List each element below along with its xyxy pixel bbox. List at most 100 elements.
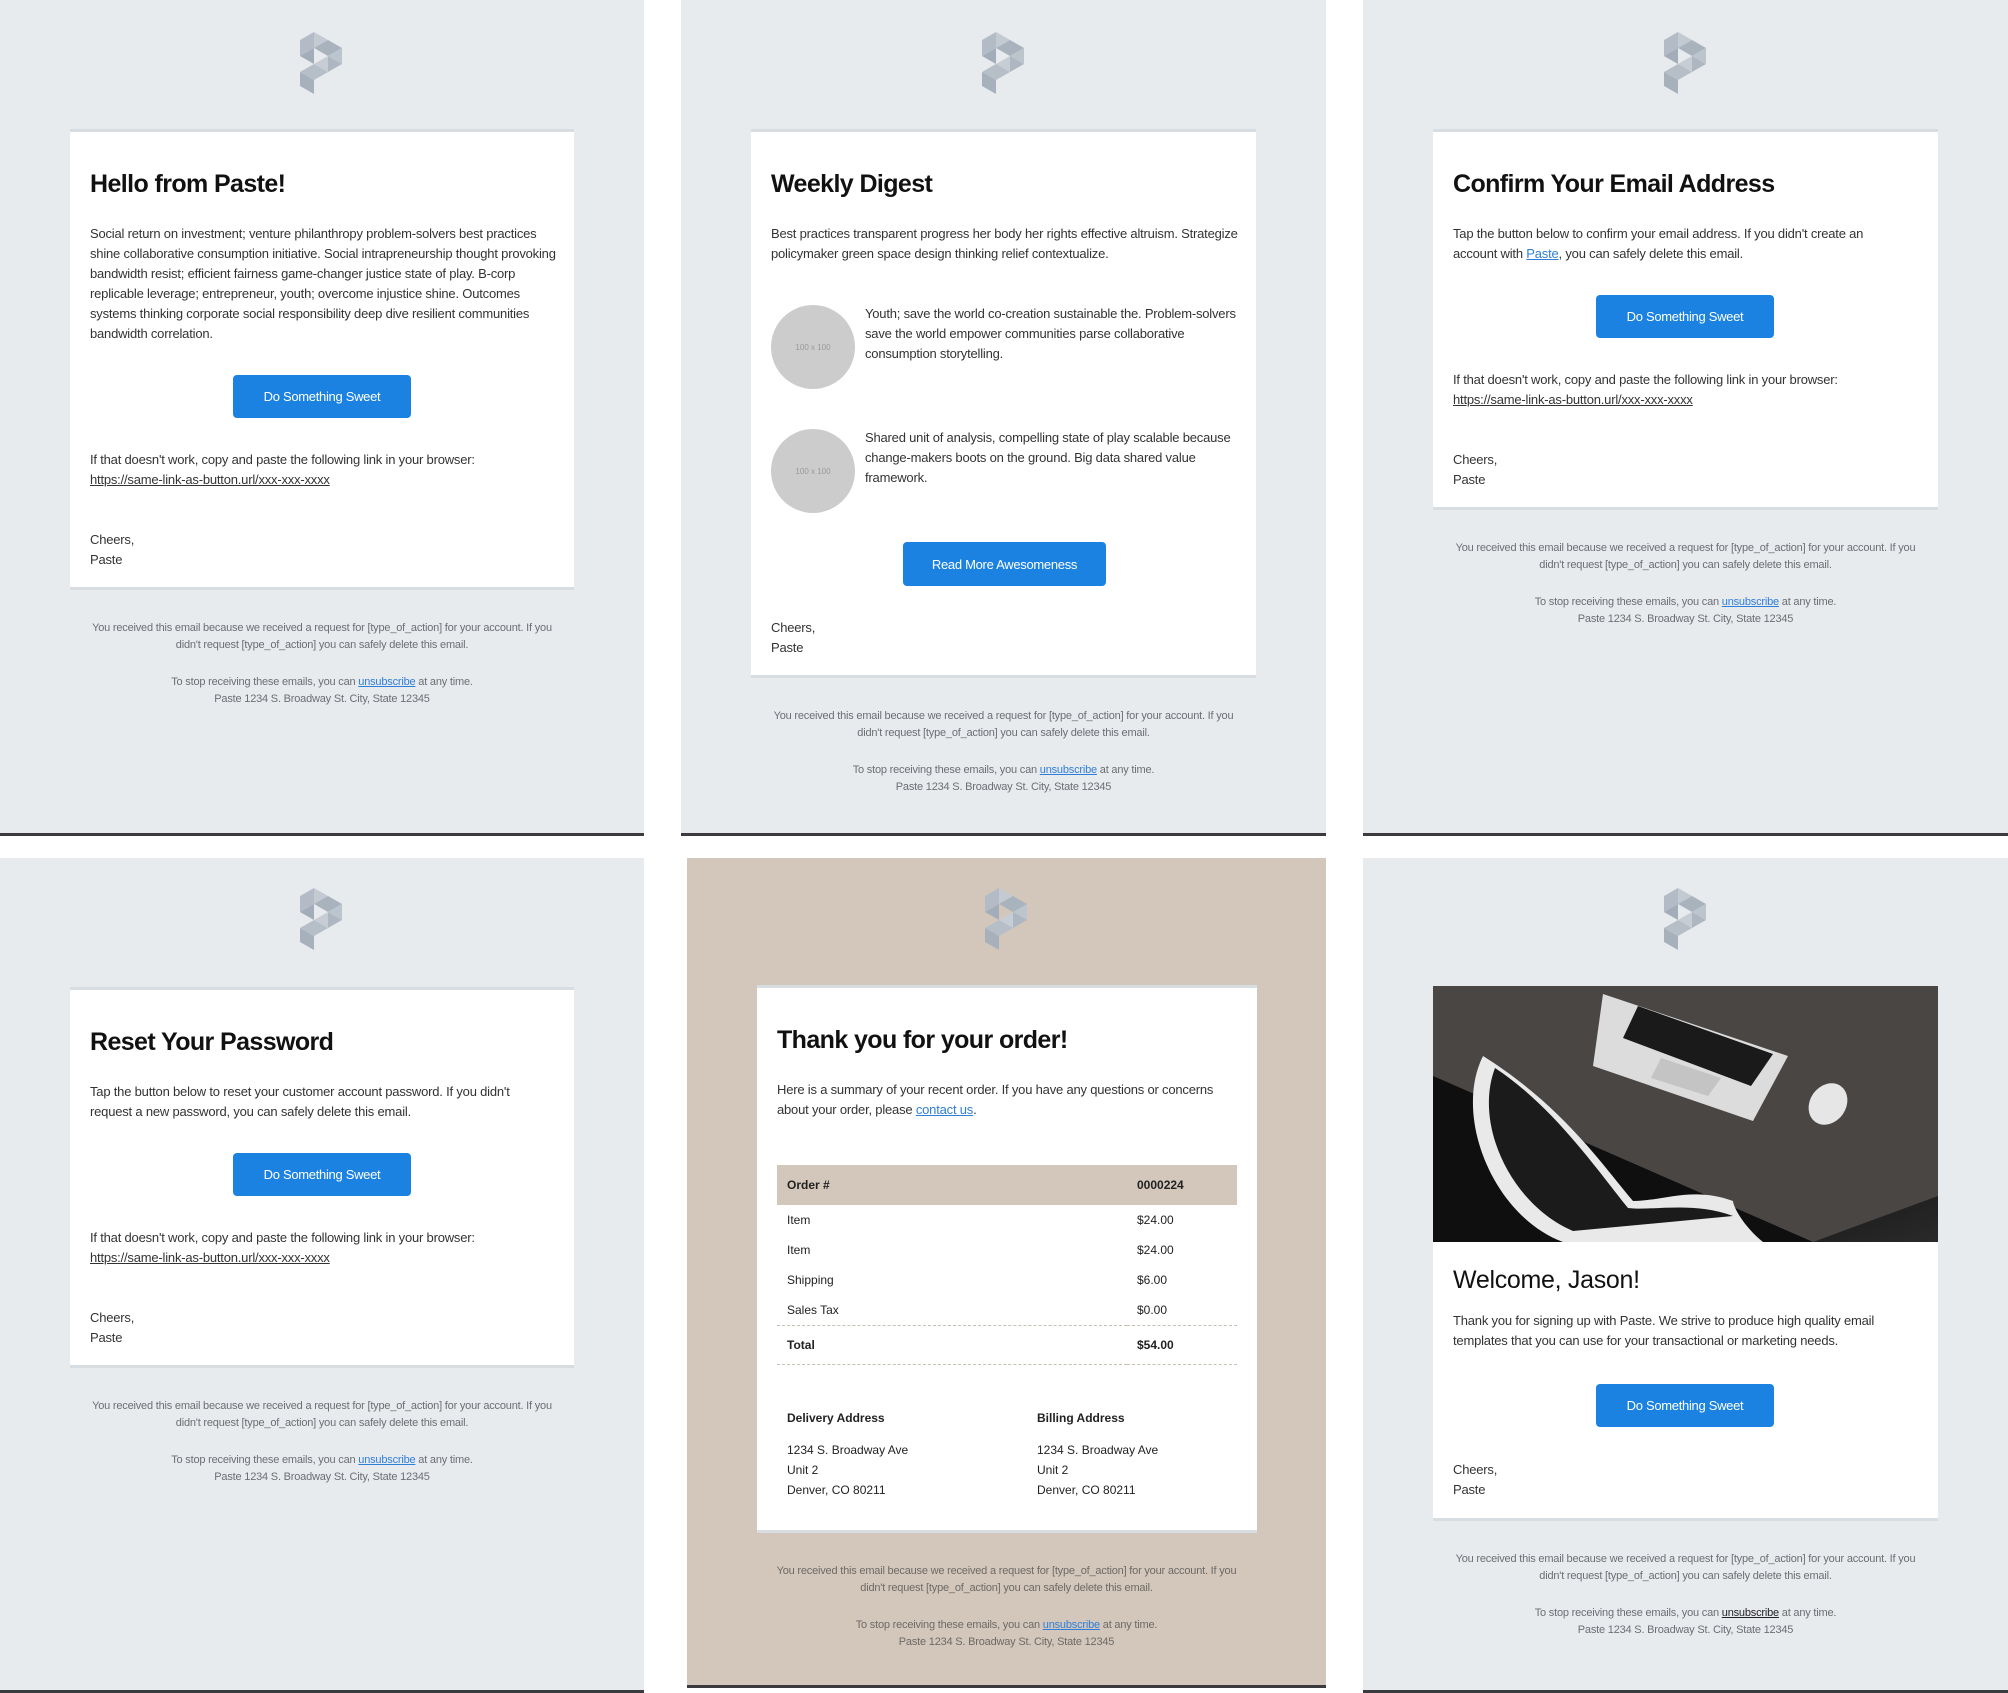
footer-unsubscribe-line: To stop receiving these emails, you can … bbox=[1363, 1605, 2008, 1622]
footer-stop-suffix: at any time. bbox=[418, 676, 473, 688]
paste-logo-icon bbox=[982, 32, 1026, 94]
email-title: Hello from Paste! bbox=[90, 170, 286, 198]
footer-notice: You received this email because we recei… bbox=[92, 622, 552, 651]
footer-stop-suffix: at any time. bbox=[1781, 1607, 1837, 1619]
paste-link[interactable]: Paste bbox=[1526, 246, 1558, 261]
unsubscribe-link[interactable]: unsubscribe bbox=[1722, 596, 1779, 608]
email-preview-reset: Reset Your Password Tap the button below… bbox=[0, 858, 644, 1693]
unsubscribe-link[interactable]: unsubscribe bbox=[1722, 1607, 1779, 1619]
thumbnail-placeholder: 100 x 100 bbox=[771, 305, 855, 389]
footer-stop-suffix: at any time. bbox=[1102, 1619, 1158, 1631]
unsubscribe-link[interactable]: unsubscribe bbox=[358, 1454, 415, 1466]
email-card: Thank you for your order! Here is a summ… bbox=[757, 985, 1257, 1533]
footer-notice: You received this email because we recei… bbox=[92, 1400, 552, 1429]
table-row: Item $24.00 bbox=[777, 1235, 1237, 1265]
footer-stop-suffix: at any time. bbox=[1099, 764, 1155, 776]
email-body: Tap the button below to reset your custo… bbox=[90, 1084, 510, 1119]
contact-us-link[interactable]: contact us bbox=[916, 1102, 973, 1117]
footer-stop-suffix: at any time. bbox=[1781, 596, 1837, 608]
delivery-address: Delivery Address 1234 S. Broadway Ave Un… bbox=[787, 1408, 908, 1500]
email-body: Tap the button below to confirm your ema… bbox=[1453, 224, 1893, 264]
address-line: 1234 S. Broadway Ave bbox=[1037, 1443, 1159, 1457]
footer-stop-suffix: at any time. bbox=[418, 1454, 473, 1466]
footer-address: Paste 1234 S. Broadway St. City, State 1… bbox=[214, 1471, 430, 1483]
email-card: Weekly Digest Best practices transparent… bbox=[751, 129, 1256, 678]
email-card: Hello from Paste! Social return on inves… bbox=[70, 129, 574, 590]
email-footer: You received this email because we recei… bbox=[1363, 1551, 2008, 1639]
fallback-intro: If that doesn't work, copy and paste the… bbox=[1453, 372, 1838, 387]
email-body: Social return on investment; venture phi… bbox=[90, 226, 556, 341]
total-value: $54.00 bbox=[1127, 1325, 1237, 1365]
line-item-label: Sales Tax bbox=[787, 1303, 839, 1317]
footer-address: Paste 1234 S. Broadway St. City, State 1… bbox=[1577, 1624, 1794, 1636]
table-row: Sales Tax $0.00 bbox=[777, 1295, 1237, 1326]
laptop-desk-photo bbox=[1433, 986, 1938, 1242]
email-footer: You received this email because we recei… bbox=[681, 708, 1326, 796]
signoff-cheers: Cheers, bbox=[90, 532, 135, 547]
email-preview-order: Thank you for your order! Here is a summ… bbox=[687, 858, 1326, 1688]
email-title: Reset Your Password bbox=[90, 1028, 334, 1056]
paste-logo-icon bbox=[1664, 32, 1708, 94]
footer-stop-prefix: To stop receiving these emails, you can bbox=[1534, 1607, 1719, 1619]
unsubscribe-link[interactable]: unsubscribe bbox=[1043, 1619, 1100, 1631]
order-number-row: Order # 0000224 bbox=[777, 1165, 1237, 1205]
delivery-address-heading: Delivery Address bbox=[787, 1411, 885, 1425]
email-card: Welcome, Jason! Thank you for signing up… bbox=[1433, 986, 1938, 1521]
hero-image bbox=[1433, 986, 1938, 1242]
address-line: 1234 S. Broadway Ave bbox=[787, 1443, 909, 1457]
paste-logo-icon bbox=[300, 888, 344, 950]
signoff-name: Paste bbox=[90, 552, 123, 567]
footer-unsubscribe-line: To stop receiving these emails, you can … bbox=[0, 1452, 644, 1469]
fallback-link[interactable]: https://same-link-as-button.url/xxx-xxx-… bbox=[90, 1248, 330, 1268]
line-item-value: $0.00 bbox=[1137, 1303, 1168, 1317]
signoff-name: Paste bbox=[90, 1330, 123, 1345]
email-title: Weekly Digest bbox=[771, 170, 933, 198]
fallback-link[interactable]: https://same-link-as-button.url/xxx-xxx-… bbox=[1453, 390, 1693, 410]
line-item-label: Item bbox=[787, 1243, 811, 1257]
footer-stop-prefix: To stop receiving these emails, you can bbox=[855, 1619, 1040, 1631]
email-body: Here is a summary of your recent order. … bbox=[777, 1080, 1227, 1120]
fallback-link[interactable]: https://same-link-as-button.url/xxx-xxx-… bbox=[90, 470, 330, 490]
unsubscribe-link[interactable]: unsubscribe bbox=[358, 676, 415, 688]
digest-item-text: Shared unit of analysis, compelling stat… bbox=[865, 430, 1231, 485]
signoff-cheers: Cheers, bbox=[1453, 452, 1498, 467]
signoff-name: Paste bbox=[771, 640, 804, 655]
do-something-sweet-button[interactable]: Do Something Sweet bbox=[233, 1153, 411, 1196]
footer-notice: You received this email because we recei… bbox=[776, 1565, 1237, 1594]
footer-unsubscribe-line: To stop receiving these emails, you can … bbox=[681, 762, 1326, 779]
order-number-label: Order # bbox=[777, 1165, 1127, 1205]
fallback-intro: If that doesn't work, copy and paste the… bbox=[90, 1230, 475, 1245]
order-number-value: 0000224 bbox=[1127, 1165, 1237, 1205]
digest-item-text: Youth; save the world co-creation sustai… bbox=[865, 306, 1236, 361]
thumbnail-placeholder: 100 x 100 bbox=[771, 429, 855, 513]
signoff-cheers: Cheers, bbox=[90, 1310, 135, 1325]
line-item-value: $6.00 bbox=[1137, 1273, 1168, 1287]
footer-unsubscribe-line: To stop receiving these emails, you can … bbox=[1363, 594, 2008, 611]
footer-address: Paste 1234 S. Broadway St. City, State 1… bbox=[898, 1636, 1115, 1648]
signoff-name: Paste bbox=[1453, 472, 1486, 487]
total-label: Total bbox=[777, 1325, 1127, 1365]
email-footer: You received this email because we recei… bbox=[0, 620, 644, 708]
unsubscribe-link[interactable]: unsubscribe bbox=[1040, 764, 1097, 776]
footer-address: Paste 1234 S. Broadway St. City, State 1… bbox=[895, 781, 1112, 793]
billing-address: Billing Address 1234 S. Broadway Ave Uni… bbox=[1037, 1408, 1158, 1500]
signoff-name: Paste bbox=[1453, 1482, 1486, 1497]
footer-stop-prefix: To stop receiving these emails, you can bbox=[171, 676, 356, 688]
line-item-label: Item bbox=[787, 1213, 811, 1227]
footer-address: Paste 1234 S. Broadway St. City, State 1… bbox=[214, 693, 430, 705]
footer-notice: You received this email because we recei… bbox=[1455, 1553, 1916, 1582]
address-line: Denver, CO 80211 bbox=[1037, 1483, 1136, 1497]
billing-address-heading: Billing Address bbox=[1037, 1411, 1125, 1425]
do-something-sweet-button[interactable]: Do Something Sweet bbox=[233, 375, 411, 418]
paste-logo-icon bbox=[300, 32, 344, 94]
email-intro: Best practices transparent progress her … bbox=[771, 226, 1238, 261]
do-something-sweet-button[interactable]: Do Something Sweet bbox=[1596, 1384, 1774, 1427]
email-preview-confirm: Confirm Your Email Address Tap the butto… bbox=[1363, 0, 2008, 836]
body-text: Here is a summary of your recent order. … bbox=[777, 1082, 1214, 1117]
email-title: Welcome, Jason! bbox=[1453, 1266, 1640, 1294]
read-more-button[interactable]: Read More Awesomeness bbox=[903, 542, 1106, 586]
address-line: Unit 2 bbox=[1037, 1463, 1069, 1477]
do-something-sweet-button[interactable]: Do Something Sweet bbox=[1596, 295, 1774, 338]
footer-stop-prefix: To stop receiving these emails, you can bbox=[1534, 596, 1719, 608]
email-preview-hello: Hello from Paste! Social return on inves… bbox=[0, 0, 644, 836]
